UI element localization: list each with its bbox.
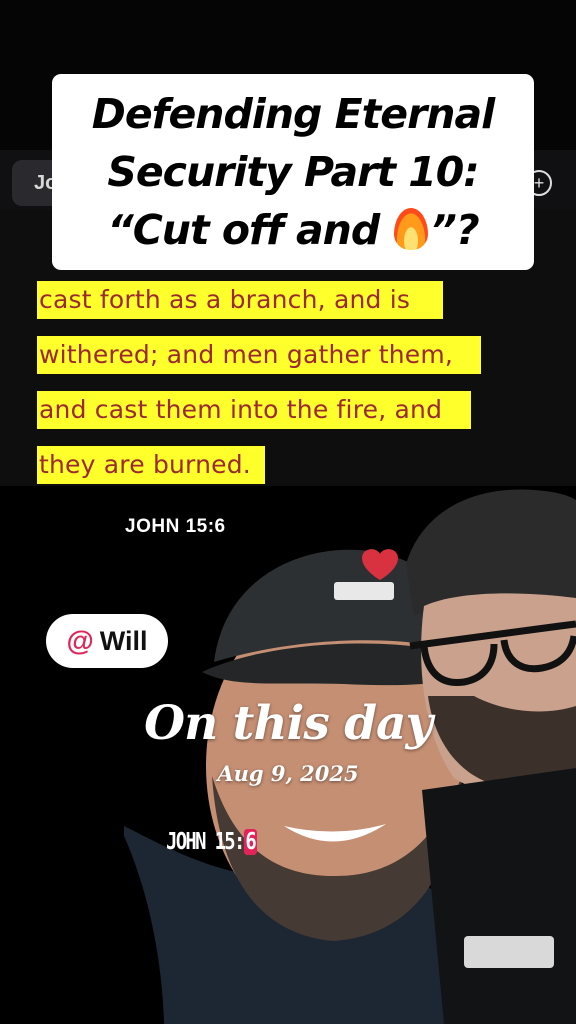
title-line-3: “Cut off and ”?	[107, 201, 479, 259]
fire-emoji-icon	[394, 208, 429, 250]
dark-shirt-panel	[422, 768, 576, 1024]
verse-line-3: and cast them into the fire, and	[37, 391, 471, 429]
title-line-3-text: “Cut off and	[107, 206, 393, 254]
verse-reference-bottom: JOHN 15:6	[166, 829, 257, 855]
title-line-1: Defending Eternal	[91, 90, 495, 138]
logo-text-mark	[334, 582, 394, 600]
title-line-3-end: ”?	[430, 206, 479, 254]
creators-photo	[124, 486, 576, 1024]
memory-date: Aug 9, 2025	[217, 761, 359, 786]
person-left-photo	[124, 489, 576, 1024]
verse-line-4: they are burned.	[37, 446, 265, 484]
verse-reference-bottom-main: JOHN 15:	[166, 829, 245, 855]
video-frame: Jo + cast forth as a branch, and is with…	[0, 0, 576, 1024]
verse-reference-bottom-highlight: 6	[243, 829, 257, 855]
mention-name: Will	[99, 625, 148, 656]
memory-title: On this day	[144, 696, 433, 751]
title-line-2: Security Part 10:	[107, 148, 479, 196]
at-icon: @	[66, 625, 94, 656]
verse-line-2: withered; and men gather them,	[37, 336, 481, 374]
mention-tag[interactable]: @ Will	[46, 614, 168, 668]
verse-line-1: cast forth as a branch, and is	[37, 281, 443, 319]
shirt-print	[464, 936, 554, 968]
title-card: Defending Eternal Security Part 10: “Cut…	[52, 74, 534, 270]
